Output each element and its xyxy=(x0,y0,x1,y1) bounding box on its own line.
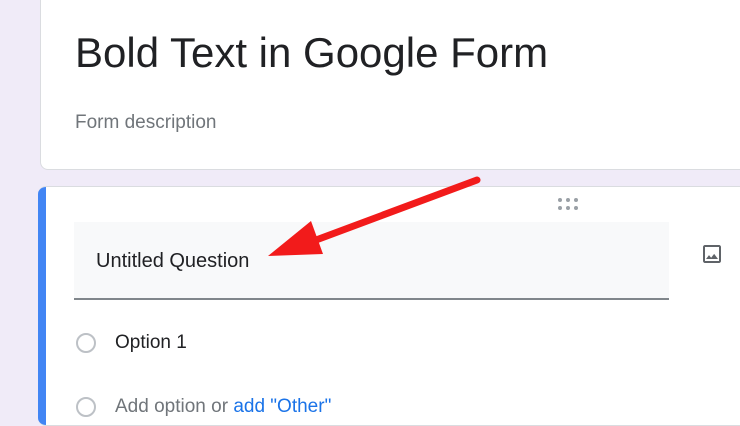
form-description[interactable]: Form description xyxy=(75,112,217,134)
question-card[interactable]: Untitled Question Option 1 Add option or… xyxy=(38,186,740,426)
drag-handle-icon[interactable] xyxy=(558,198,582,212)
option-1-radio[interactable] xyxy=(76,333,96,353)
add-option-row: Add option or add "Other" xyxy=(115,396,331,418)
question-title-field[interactable]: Untitled Question xyxy=(74,222,669,300)
add-image-button[interactable] xyxy=(698,240,726,268)
add-option-radio xyxy=(76,397,96,417)
option-1-label[interactable]: Option 1 xyxy=(115,332,187,354)
question-title-text: Untitled Question xyxy=(96,250,250,272)
active-question-indicator xyxy=(38,187,46,425)
or-text: or xyxy=(211,396,229,417)
image-icon xyxy=(703,245,721,263)
add-option-link[interactable]: Add option xyxy=(115,396,206,417)
add-other-link[interactable]: add "Other" xyxy=(233,396,331,417)
form-header-card: Bold Text in Google Form Form descriptio… xyxy=(40,0,740,170)
form-title[interactable]: Bold Text in Google Form xyxy=(75,27,548,79)
